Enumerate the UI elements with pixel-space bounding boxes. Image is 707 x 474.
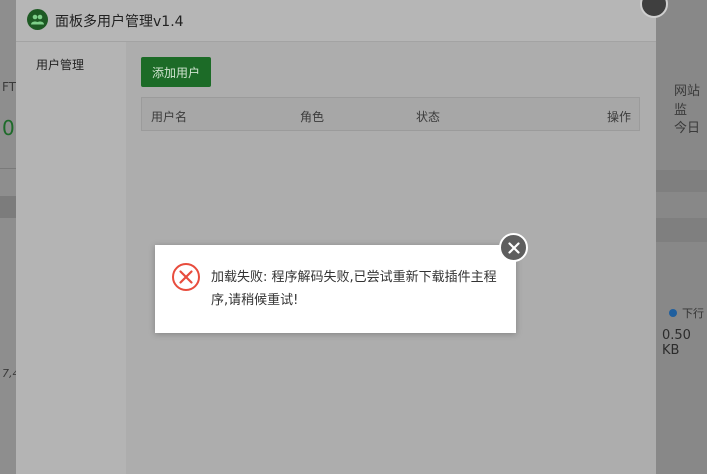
- column-header-status: 状态: [416, 110, 441, 124]
- background-right-band-2: [656, 218, 707, 242]
- error-circle-icon: [171, 262, 201, 292]
- background-right-band: [656, 170, 707, 192]
- background-download-label: 下行: [682, 307, 704, 320]
- plugin-window: 面板多用户管理v1.4 用户管理 添加用户 用户名 角色 状态 操作: [16, 0, 656, 474]
- error-dialog: 加载失败: 程序解码失败,已尝试重新下载插件主程序,请稍候重试!: [155, 245, 516, 333]
- window-header: 面板多用户管理v1.4: [16, 0, 656, 42]
- download-dot-icon: [669, 309, 677, 317]
- window-title: 面板多用户管理v1.4: [55, 14, 184, 30]
- column-header-actions: 操作: [607, 110, 632, 124]
- background-right-label-site: 网站监: [674, 84, 701, 118]
- background-left-panel: [0, 0, 16, 474]
- users-icon: [27, 9, 48, 30]
- dialog-close-icon[interactable]: [499, 233, 528, 262]
- background-divider: [0, 168, 16, 169]
- sidebar-item-user-management[interactable]: 用户管理: [16, 44, 126, 82]
- user-table-header: 用户名 角色 状态 操作: [141, 97, 640, 131]
- error-message: 加载失败: 程序解码失败,已尝试重新下载插件主程序,请稍候重试!: [211, 270, 497, 308]
- background-band: [0, 196, 16, 218]
- column-header-username: 用户名: [151, 110, 188, 124]
- background-left-label: FT: [2, 80, 17, 94]
- background-right-label-today: 今日: [674, 121, 701, 136]
- background-left-value: 0: [2, 116, 15, 140]
- add-user-button[interactable]: 添加用户: [141, 57, 211, 87]
- background-download-value: 0.50 KB: [662, 328, 691, 358]
- sidebar: [16, 42, 126, 474]
- column-header-role: 角色: [300, 110, 325, 124]
- sidebar-item-label: 用户管理: [36, 58, 85, 72]
